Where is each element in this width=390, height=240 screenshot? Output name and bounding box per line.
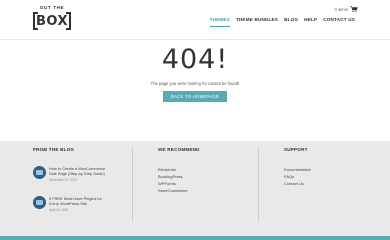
nav-help[interactable]: HELP <box>301 17 320 29</box>
footer-recommend-column: WE RECOMMEND Elementor BookingPress WPFo… <box>158 147 252 193</box>
logo-wordmark: BOX <box>35 14 69 29</box>
shopping-cart-icon <box>350 6 358 12</box>
link-bookingpress[interactable]: BookingPress <box>158 173 188 180</box>
footer-blog-title: FROM THE BLOG <box>33 147 75 152</box>
logo-box: BOX <box>33 12 71 30</box>
nav-contact-us[interactable]: CONTACT US <box>320 17 358 29</box>
error-code: 404! <box>161 44 229 75</box>
support-links: Documentation FAQs Contact Us <box>284 166 311 187</box>
footer-recommend-title: WE RECOMMEND <box>158 147 200 152</box>
error-message: The page you were looking for cannot be … <box>150 81 240 86</box>
blog-post[interactable]: 5 FREE Must-Have Plugins for Every WordP… <box>33 196 111 212</box>
blog-post-date: December 21, 2021 <box>49 178 77 183</box>
blog-post-title[interactable]: How to Create a WooCommerce Sale Page (S… <box>49 166 111 177</box>
back-to-homepage-button[interactable]: BACK TO HOMEPAGE <box>163 91 227 102</box>
error-section: 404! The page you were looking for canno… <box>0 41 390 141</box>
footer-blog-column: FROM THE BLOG How to Create a WooCommerc… <box>33 147 127 212</box>
cart-link[interactable]: 0 items <box>335 6 359 12</box>
nav-theme-bundles[interactable]: THEME BUNDLES <box>233 17 281 29</box>
link-wpforms[interactable]: WPForms <box>158 180 188 187</box>
footer-accent-bar <box>0 236 390 240</box>
link-faqs[interactable]: FAQs <box>284 173 311 180</box>
site-logo[interactable]: OUT THE BOX <box>33 5 71 33</box>
blog-post[interactable]: How to Create a WooCommerce Sale Page (S… <box>33 166 111 182</box>
link-contact-us[interactable]: Contact Us <box>284 180 311 187</box>
link-storecustomizer[interactable]: StoreCustomizer <box>158 187 188 194</box>
nav-blog[interactable]: BLOG <box>281 17 301 29</box>
footer-support-title: SUPPORT <box>284 147 308 152</box>
blog-thumbnail[interactable] <box>33 196 46 209</box>
link-documentation[interactable]: Documentation <box>284 166 311 173</box>
blog-post-title[interactable]: 5 FREE Must-Have Plugins for Every WordP… <box>49 196 111 207</box>
nav-themes[interactable]: THEMES <box>207 17 233 29</box>
recommend-links: Elementor BookingPress WPForms StoreCust… <box>158 166 188 194</box>
blog-thumbnail[interactable] <box>33 166 46 179</box>
main-nav: THEMES THEME BUNDLES BLOG HELP CONTACT U… <box>207 17 358 29</box>
site-footer: FROM THE BLOG How to Create a WooCommerc… <box>0 141 390 236</box>
site-header: OUT THE BOX 0 items THEMES THEME BUNDLES… <box>0 0 390 40</box>
cart-count: 0 items <box>334 6 349 12</box>
footer-support-column: SUPPORT Documentation FAQs Contact Us <box>284 147 364 186</box>
footer-divider <box>258 147 259 222</box>
blog-post-date: April 14, 2021 <box>49 208 69 213</box>
logo-tagline: OUT THE <box>39 5 65 10</box>
link-elementor[interactable]: Elementor <box>158 166 188 173</box>
footer-divider <box>132 147 133 222</box>
